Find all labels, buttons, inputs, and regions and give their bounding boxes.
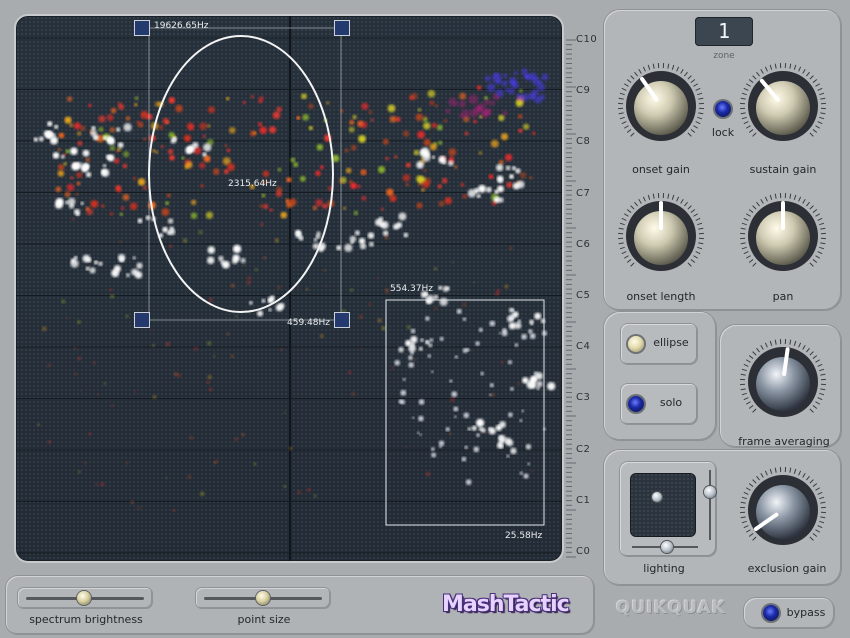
note-label-c4: C4 <box>576 341 591 353</box>
note-label-c0: C0 <box>576 546 591 557</box>
ellipse-label: ellipse <box>653 336 689 349</box>
rect-bottom-freq: 25.58Hz <box>505 531 543 541</box>
note-label-c7: C7 <box>576 187 591 199</box>
bypass-label: bypass <box>786 606 826 619</box>
solo-led <box>628 396 644 412</box>
note-label-c9: C9 <box>576 85 591 97</box>
sustain-gain-knob[interactable] <box>739 62 827 150</box>
zone-label: zone <box>713 51 735 61</box>
rect-top-freq: 554.37Hz <box>390 284 433 294</box>
ellipse-handle-tr[interactable] <box>334 20 350 36</box>
point-size-slider[interactable] <box>196 588 330 608</box>
solo-button[interactable]: solo <box>621 384 697 424</box>
exclusion-gain-label: exclusion gain <box>747 562 827 575</box>
spectrum-display[interactable]: 19626.65Hz 2315.64Hz 459.48Hz 554.37Hz 2… <box>16 16 562 561</box>
note-label-c10: C10 <box>576 34 598 45</box>
onset-gain-label: onset gain <box>632 163 690 176</box>
lighting-vertical-track <box>709 470 711 540</box>
note-label-c2: C2 <box>576 443 591 455</box>
ellipse-handle-bl[interactable] <box>134 312 150 328</box>
ellipse-top-freq: 19626.65Hz <box>154 21 209 31</box>
ellipse-bottom-freq: 459.48Hz <box>287 318 330 328</box>
spectrum-brightness-thumb[interactable] <box>77 591 91 605</box>
spectrum-brightness-slider[interactable] <box>18 588 152 608</box>
note-label-c6: C6 <box>576 238 591 250</box>
note-ruler <box>566 39 576 558</box>
exclusion-gain-knob[interactable] <box>739 466 827 554</box>
ellipse-button[interactable]: ellipse <box>621 324 697 364</box>
ellipse-center-freq: 2315.64Hz <box>228 179 277 189</box>
spectrum-canvas[interactable] <box>16 16 562 561</box>
lock-led[interactable] <box>715 101 731 117</box>
lighting-xy-pad[interactable] <box>630 473 696 537</box>
spectrum-brightness-label: spectrum brightness <box>29 613 143 626</box>
point-size-label: point size <box>237 613 291 626</box>
lighting-horizontal-slider[interactable] <box>661 541 673 553</box>
lighting-vertical-slider[interactable] <box>704 486 716 498</box>
onset-gain-knob[interactable] <box>617 62 705 150</box>
frame-averaging-label: frame averaging <box>738 435 830 448</box>
ellipse-handle-tl[interactable] <box>134 20 150 36</box>
lock-label: lock <box>711 126 735 139</box>
mashtactic-logo: MashTactic <box>442 592 570 617</box>
pan-knob[interactable] <box>739 192 827 280</box>
note-label-c5: C5 <box>576 290 591 301</box>
point-size-thumb[interactable] <box>256 591 270 605</box>
ellipse-handle-br[interactable] <box>334 312 350 328</box>
frame-averaging-knob[interactable] <box>739 338 827 426</box>
bypass-button[interactable]: bypass <box>744 598 834 628</box>
note-label-c3: C3 <box>576 392 591 404</box>
pan-label: pan <box>772 290 794 303</box>
ellipse-led <box>628 336 644 352</box>
lighting-pad-handle[interactable] <box>652 492 662 502</box>
bypass-led <box>763 605 779 621</box>
zone-display[interactable]: 1 <box>695 17 753 46</box>
sustain-gain-label: sustain gain <box>749 163 817 176</box>
lighting-label: lighting <box>643 562 685 575</box>
onset-length-label: onset length <box>626 290 696 303</box>
onset-length-knob[interactable] <box>617 192 705 280</box>
note-label-c8: C8 <box>576 136 591 148</box>
solo-label: solo <box>659 396 683 409</box>
quikquak-logo: QUIKQUAK <box>616 598 726 618</box>
note-label-c1: C1 <box>576 494 591 506</box>
